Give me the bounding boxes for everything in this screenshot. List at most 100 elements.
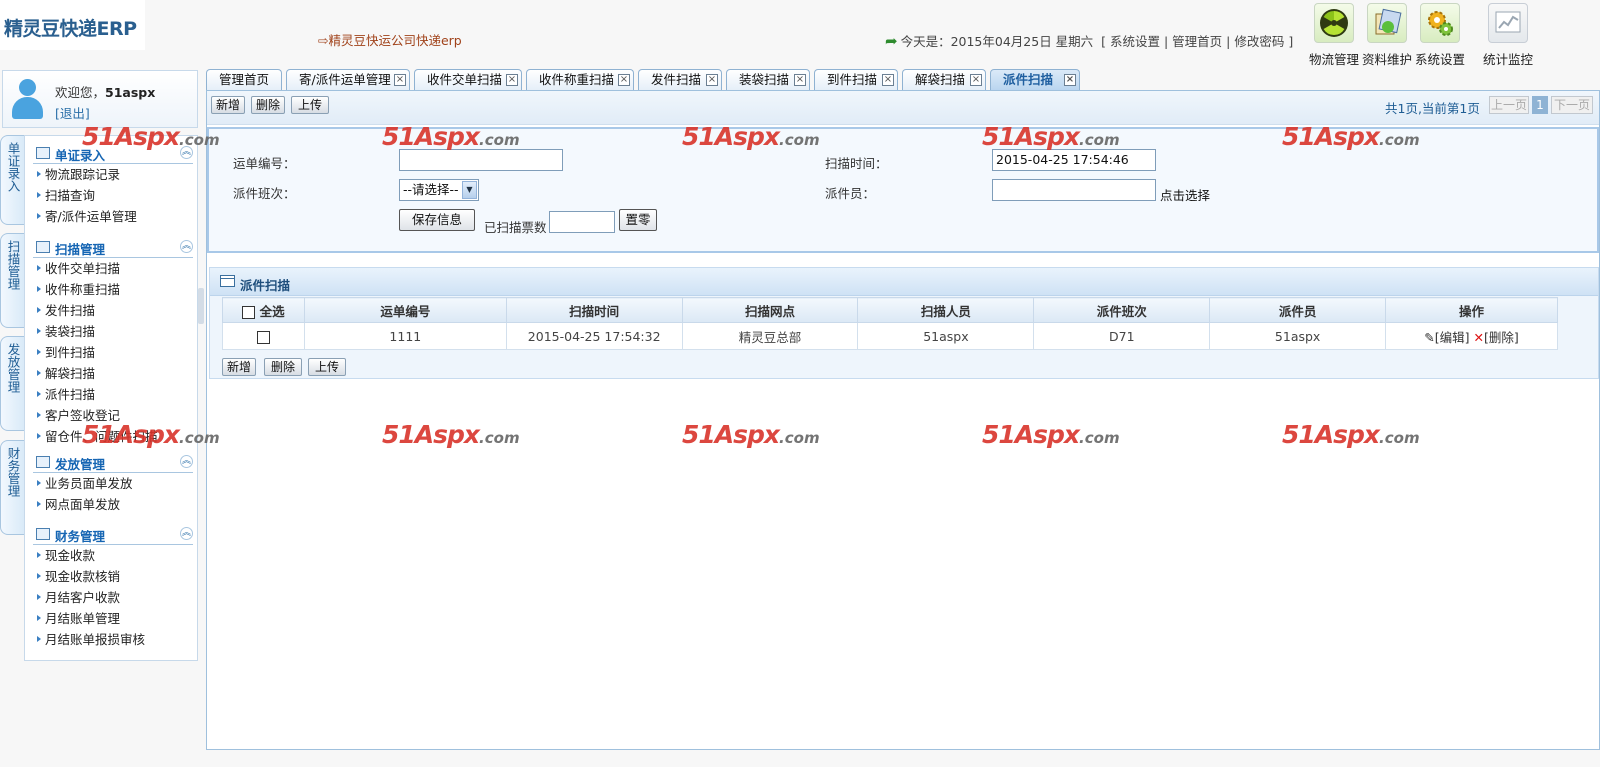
avatar [9,79,45,121]
collapse-icon[interactable]: ︽ [180,455,193,468]
menu-item-logistics-tracking[interactable]: 物流跟踪记录 [33,164,193,185]
collapse-icon[interactable]: ︽ [180,146,193,159]
shift-select[interactable]: --请选择-- ▼ [399,179,479,201]
tab-arrival-scan[interactable]: 到件扫描 × [814,69,898,91]
tab-receive-handover-scan[interactable]: 收件交单扫描 × [414,69,522,91]
vtab-distribution[interactable]: 发放管理 [0,336,24,431]
courier-cell: 51aspx [1209,322,1387,350]
grid-delete-button[interactable]: 删除 [264,358,302,376]
menu-item-bagging-scan[interactable]: 装袋扫描 [33,321,193,342]
column-header: 派件员 [1209,297,1387,323]
edit-link[interactable]: [编辑] [1435,330,1470,345]
select-all-header[interactable]: 全选 [222,297,305,323]
close-icon[interactable]: × [394,74,406,86]
collapse-icon[interactable]: ︽ [180,240,193,253]
scanned-count-input[interactable] [549,211,615,233]
menu-item-problem-scan[interactable]: 留仓件、问题件扫描 [33,426,193,447]
grid-header: 派件扫描 [210,268,1598,296]
scan-table: 全选 运单编号 扫描时间 扫描网点 扫描人员 派件班次 派件员 操作 1111 [222,297,1558,350]
close-icon[interactable]: × [882,74,894,86]
admin-home-link[interactable]: 管理首页 [1172,34,1222,49]
menu-item-monthly-bills[interactable]: 月结账单管理 [33,608,193,629]
reset-button[interactable]: 置零 [619,209,657,231]
app-title: 精灵豆快递ERP [4,18,137,40]
menu-item-customer-signoff[interactable]: 客户签收登记 [33,405,193,426]
select-all-checkbox[interactable] [242,305,256,319]
menu-item-dispatch-scan[interactable]: 发件扫描 [33,300,193,321]
waybill-input[interactable] [399,149,563,171]
menu-section-distribution: 发放管理 ︽ 业务员面单发放 网点面单发放 [33,451,193,515]
tab-bagging-scan[interactable]: 装袋扫描 × [726,69,810,91]
sidebar-splitter[interactable] [198,288,204,324]
site-cell: 精灵豆总部 [681,322,859,350]
table-row: 1111 2015-04-25 17:54:32 精灵豆总部 51aspx D7… [222,322,1558,350]
menu-section-scan-management: 扫描管理 ︽ 收件交单扫描 收件称重扫描 发件扫描 装袋扫描 到件扫描 解袋扫描 … [33,236,193,447]
close-icon[interactable]: × [1064,74,1076,86]
grid-upload-button[interactable]: 上传 [308,358,346,376]
welcome-text: 欢迎您，51aspx [55,85,156,100]
pager-info: 共1页,当前第1页 [1385,101,1480,116]
close-icon[interactable]: × [506,74,518,86]
change-password-link[interactable]: 修改密码 [1234,34,1284,49]
menu-item-arrival-scan[interactable]: 到件扫描 [33,342,193,363]
current-page: 1 [1532,96,1548,114]
upload-button[interactable]: 上传 [291,96,329,114]
section-title: 扫描管理 [55,242,106,257]
menu-item-receive-weigh-scan[interactable]: 收件称重扫描 [33,279,193,300]
menu-item-cash-receipt[interactable]: 现金收款 [33,545,193,566]
vtab-scan-management[interactable]: 扫描管理 [0,233,24,328]
statistics-button[interactable]: 统计监控 [1474,3,1542,68]
menu-item-salesman-form-issue[interactable]: 业务员面单发放 [33,473,193,494]
pick-courier-link[interactable]: 点击选择 [1160,185,1210,204]
menu-item-site-form-issue[interactable]: 网点面单发放 [33,494,193,515]
section-title: 发放管理 [55,457,106,472]
tab-admin-home[interactable]: 管理首页 [206,69,282,91]
tab-delivery-scan[interactable]: 派件扫描 × [990,69,1080,91]
tab-unbag-scan[interactable]: 解袋扫描 × [902,69,986,91]
vtab-finance[interactable]: 财务管理 [0,440,24,535]
tab-waybill-management[interactable]: 寄/派件运单管理 × [286,69,410,91]
logout-link[interactable]: [退出] [55,103,90,122]
menu-item-scan-query[interactable]: 扫描查询 [33,185,193,206]
prev-page-button[interactable]: 上一页 [1489,96,1529,114]
actions-cell: ✎[编辑] ✕[删除] [1385,322,1558,350]
table-header-row: 全选 运单编号 扫描时间 扫描网点 扫描人员 派件班次 派件员 操作 [222,297,1558,323]
grid-add-button[interactable]: 新增 [222,358,256,376]
column-header: 运单编号 [303,297,507,323]
vtab-document-entry[interactable]: 单证录入 [0,135,24,225]
delete-link[interactable]: [删除] [1484,330,1519,345]
close-icon[interactable]: × [618,74,630,86]
collapse-icon[interactable]: ︽ [180,527,193,540]
delete-button[interactable]: 删除 [251,96,285,114]
close-icon[interactable]: × [794,74,806,86]
edit-icon [36,241,50,253]
column-header: 扫描人员 [857,297,1035,323]
save-button[interactable]: 保存信息 [399,209,475,231]
next-page-button[interactable]: 下一页 [1551,96,1593,114]
menu-item-bill-loss-review[interactable]: 月结账单报损审核 [33,629,193,650]
app-root: 精灵豆快递ERP ⇨精灵豆快运公司快递erp ➦ 今天是：2015年04月25日 … [0,0,1600,767]
scan-time-input[interactable]: 2015-04-25 17:54:46 [992,149,1156,171]
menu-item-cash-writeoff[interactable]: 现金收款核销 [33,566,193,587]
menu-section-document-entry: 单证录入 ︽ 物流跟踪记录 扫描查询 寄/派件运单管理 [33,142,193,227]
system-settings-link[interactable]: 系统设置 [1110,34,1160,49]
menu-item-waybill-management[interactable]: 寄/派件运单管理 [33,206,193,227]
close-icon[interactable]: × [970,74,982,86]
column-header: 扫描时间 [505,297,683,323]
menu-item-delivery-scan[interactable]: 派件扫描 [33,384,193,405]
menu-item-unbag-scan[interactable]: 解袋扫描 [33,363,193,384]
row-checkbox[interactable] [256,330,270,344]
system-settings-button[interactable]: 系统设置 [1406,3,1474,68]
menu-section-finance: 财务管理 ︽ 现金收款 现金收款核销 月结客户收款 月结账单管理 月结账单报损审核 [33,523,193,650]
tab-receive-weigh-scan[interactable]: 收件称重扫描 × [526,69,634,91]
scan-time-label: 扫描时间： [825,156,888,171]
close-icon[interactable]: × [706,74,718,86]
shift-cell: D71 [1033,322,1211,350]
menu-item-receive-handover-scan[interactable]: 收件交单扫描 [33,258,193,279]
toolbar: 新增 删除 上传 共1页,当前第1页 上一页 1 下一页 [207,91,1599,125]
tab-dispatch-scan[interactable]: 发件扫描 × [638,69,722,91]
courier-input[interactable] [992,179,1156,201]
menu-item-monthly-receipt[interactable]: 月结客户收款 [33,587,193,608]
edit-icon [36,147,50,159]
add-button[interactable]: 新增 [211,96,245,114]
